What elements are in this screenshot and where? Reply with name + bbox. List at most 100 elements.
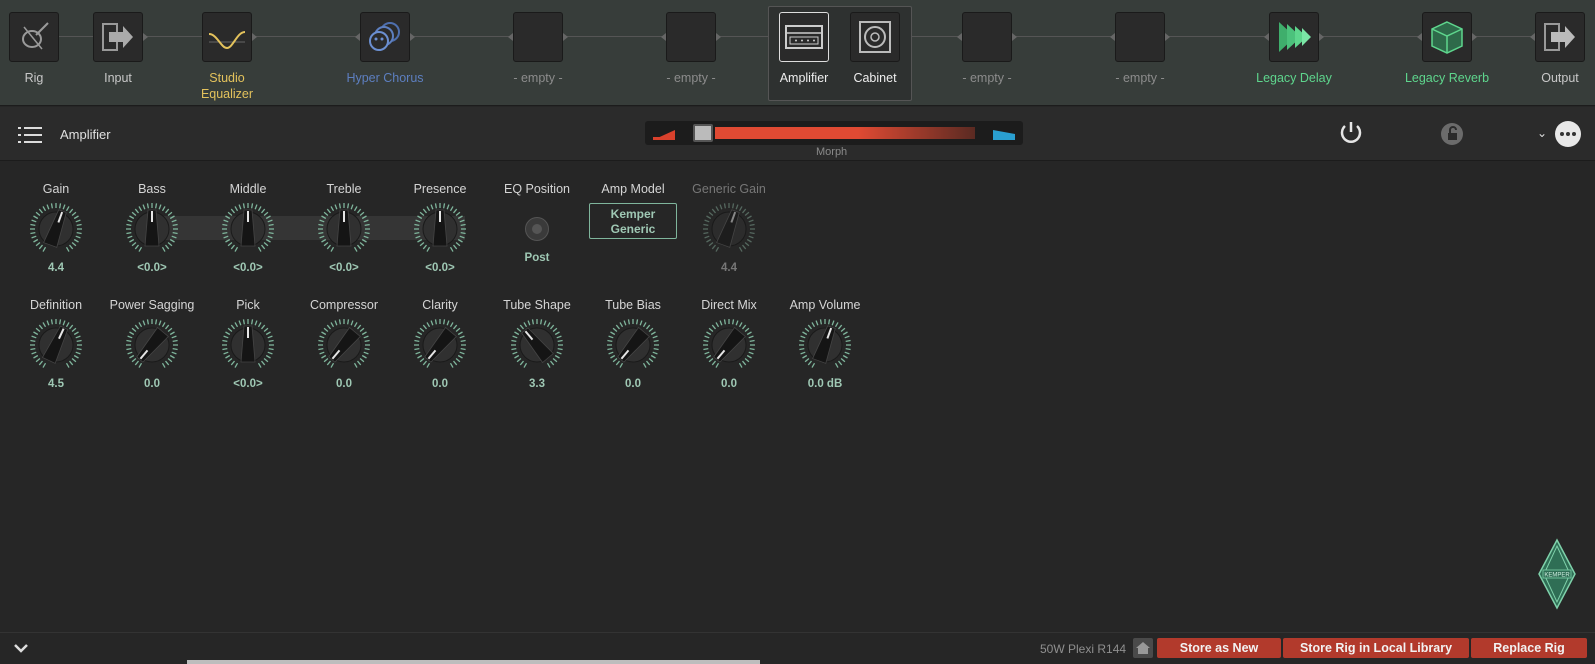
param-label: Bass: [138, 182, 166, 196]
delay-icon: [1264, 12, 1324, 62]
param-pick[interactable]: Pick <0.0>: [200, 298, 296, 390]
tube-shape-knob[interactable]: [510, 318, 564, 372]
list-menu-icon[interactable]: [18, 125, 42, 145]
replace-rig-button[interactable]: Replace Rig: [1471, 638, 1587, 658]
chain-slot-legacy-delay[interactable]: Legacy Delay: [1256, 12, 1332, 86]
param-amp-volume[interactable]: Amp Volume 0.0 dB: [777, 298, 873, 390]
param-direct-mix[interactable]: Direct Mix 0.0: [681, 298, 777, 390]
generic-gain-knob[interactable]: [702, 202, 756, 256]
param-bass[interactable]: Bass <0.0>: [104, 182, 200, 274]
chain-slot-label: Studio Equalizer: [200, 71, 254, 101]
chain-slot-cabinet[interactable]: Cabinet: [845, 12, 905, 86]
param-value: 0.0: [336, 378, 352, 390]
param-compressor[interactable]: Compressor 0.0: [296, 298, 392, 390]
lock-icon[interactable]: [1440, 122, 1464, 146]
store-local-library-button[interactable]: Store Rig in Local Library: [1283, 638, 1469, 658]
param-value: 4.5: [48, 378, 64, 390]
param-tube-bias[interactable]: Tube Bias 0.0: [585, 298, 681, 390]
store-as-new-button[interactable]: Store as New: [1157, 638, 1281, 658]
param-label: Gain: [42, 182, 70, 196]
pick-knob[interactable]: [221, 318, 275, 372]
param-definition[interactable]: Definition 4.5: [8, 298, 104, 390]
chain-slot-output[interactable]: Output: [1530, 12, 1590, 86]
module-title: Amplifier: [60, 127, 111, 142]
morph-slider[interactable]: [645, 121, 1023, 145]
chain-slot-studio-equalizer[interactable]: Studio Equalizer: [197, 12, 257, 102]
chain-slot-label: Cabinet: [853, 71, 897, 85]
param-label: Power Sagging: [109, 298, 195, 312]
amplifier-icon: [779, 12, 829, 62]
rig-name: 50W Plexi R144: [1040, 642, 1127, 656]
presence-knob[interactable]: [413, 202, 467, 256]
middle-knob[interactable]: [221, 202, 275, 256]
param-gain[interactable]: Gain 4.4: [8, 182, 104, 274]
kemper-logo-icon: KEMPER: [1538, 538, 1576, 610]
param-treble[interactable]: Treble <0.0>: [296, 182, 392, 274]
param-label: Treble: [326, 182, 362, 196]
empty-slot: [957, 12, 1017, 62]
param-clarity[interactable]: Clarity 0.0: [392, 298, 488, 390]
empty-slot: [508, 12, 568, 62]
cabinet-speaker-icon: [850, 12, 900, 62]
signal-chain: Rig Input Studio Equalizer Hyper Chorus …: [0, 0, 1595, 106]
amp-volume-knob[interactable]: [798, 318, 852, 372]
treble-knob[interactable]: [317, 202, 371, 256]
param-tube-shape[interactable]: Tube Shape 3.3: [489, 298, 585, 390]
direct-mix-knob[interactable]: [702, 318, 756, 372]
chain-slot-label: - empty -: [513, 71, 563, 85]
param-value: <0.0>: [425, 262, 455, 274]
param-middle[interactable]: Middle <0.0>: [200, 182, 296, 274]
power-icon[interactable]: [1338, 120, 1364, 146]
param-amp-model[interactable]: Amp Model Kemper Generic: [585, 182, 681, 239]
clarity-knob[interactable]: [413, 318, 467, 372]
chain-slot-label: Output: [1541, 71, 1579, 85]
amp-model-button[interactable]: Kemper Generic: [589, 203, 677, 239]
param-value: <0.0>: [233, 378, 263, 390]
output-arrow-icon: [1530, 12, 1585, 62]
param-value: 0.0 dB: [807, 378, 843, 390]
morph-handle[interactable]: [693, 124, 713, 142]
collapse-chevron-icon[interactable]: [12, 639, 30, 657]
param-label: Pick: [236, 298, 260, 312]
chain-slot-empty-2[interactable]: - empty -: [661, 12, 721, 86]
definition-knob[interactable]: [29, 318, 83, 372]
param-label: Compressor: [309, 298, 379, 312]
chain-slot-label: - empty -: [962, 71, 1012, 85]
param-label: Presence: [413, 182, 467, 196]
param-value: 0.0: [625, 378, 641, 390]
power-sagging-knob[interactable]: [125, 318, 179, 372]
empty-slot: [661, 12, 721, 62]
empty-slot: [1110, 12, 1170, 62]
chain-slot-empty-1[interactable]: - empty -: [508, 12, 568, 86]
param-presence[interactable]: Presence <0.0>: [392, 182, 488, 274]
param-power-sagging[interactable]: Power Sagging 0.0: [104, 298, 200, 390]
eq-position-button[interactable]: [525, 217, 549, 241]
home-icon[interactable]: [1133, 638, 1153, 658]
input-arrow-icon: [93, 12, 148, 62]
gain-knob[interactable]: [29, 202, 83, 256]
chain-slot-label: - empty -: [666, 71, 716, 85]
chain-slot-rig[interactable]: Rig: [4, 12, 64, 86]
chain-slot-label: Legacy Reverb: [1404, 71, 1490, 85]
compressor-knob[interactable]: [317, 318, 371, 372]
chain-slot-legacy-reverb[interactable]: Legacy Reverb: [1405, 12, 1489, 86]
tube-bias-knob[interactable]: [606, 318, 660, 372]
param-eq-position[interactable]: EQ Position Post: [489, 182, 585, 264]
chain-slot-label: - empty -: [1115, 71, 1165, 85]
chain-slot-empty-3[interactable]: - empty -: [957, 12, 1017, 86]
chain-slot-hyper-chorus[interactable]: Hyper Chorus: [346, 12, 424, 86]
horizontal-scrollbar[interactable]: [187, 660, 760, 664]
param-label: Clarity: [422, 298, 458, 312]
chevron-down-icon[interactable]: ⌄: [1537, 126, 1547, 140]
chain-slot-label: Hyper Chorus: [346, 71, 424, 85]
chain-slot-input[interactable]: Input: [88, 12, 148, 86]
bass-knob[interactable]: [125, 202, 179, 256]
more-options-icon[interactable]: [1555, 121, 1581, 147]
morph-label: Morph: [816, 146, 848, 158]
param-label: EQ Position: [503, 182, 570, 196]
param-generic-gain[interactable]: Generic Gain 4.4: [681, 182, 777, 274]
chain-slot-empty-4[interactable]: - empty -: [1110, 12, 1170, 86]
param-label: Definition: [29, 298, 83, 312]
morph-track: [715, 127, 975, 139]
param-value: 0.0: [432, 378, 448, 390]
